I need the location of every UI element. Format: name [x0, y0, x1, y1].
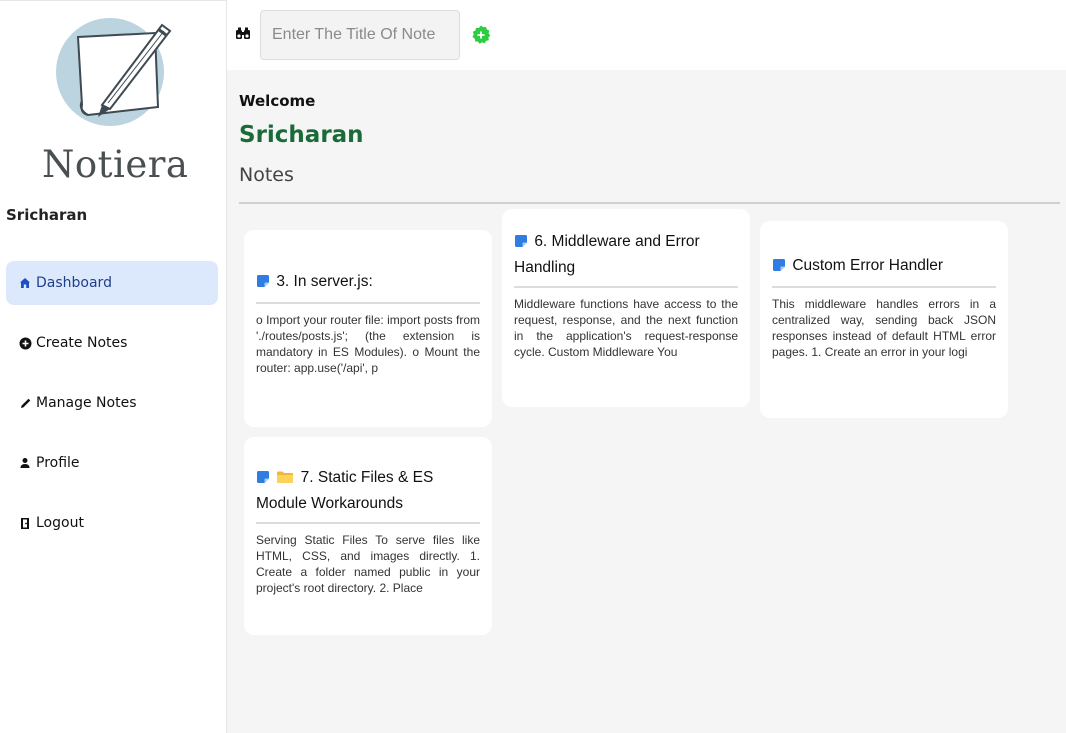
sidebar-item-label: Create Notes: [36, 335, 128, 351]
sidebar-item-manage-notes[interactable]: Manage Notes: [6, 381, 218, 425]
main-content: Welcome Sricharan Notes 3. In server.js:…: [227, 70, 1066, 733]
sidebar-username: Sricharan: [6, 206, 88, 224]
sidebar-item-create-notes[interactable]: Create Notes: [6, 321, 218, 365]
note-icon: [772, 256, 786, 280]
binoculars-icon[interactable]: [235, 26, 251, 46]
sidebar-item-dashboard[interactable]: Dashboard: [6, 261, 218, 305]
note-card[interactable]: 3. In server.js: o Import your router fi…: [244, 230, 492, 427]
sidebar-item-profile[interactable]: Profile: [6, 441, 218, 485]
folder-icon: [276, 468, 294, 492]
note-title-search-input[interactable]: [260, 10, 460, 60]
note-title-text: Custom Error Handler: [792, 257, 944, 274]
note-card[interactable]: 7. Static Files & ES Module Workarounds …: [244, 437, 492, 635]
add-note-button[interactable]: [471, 25, 491, 45]
plus-circle-icon: [18, 336, 32, 350]
add-circle-icon: [472, 25, 491, 44]
note-card-title: 6. Middleware and Error Handling: [514, 230, 738, 288]
note-icon: [514, 232, 528, 256]
sidebar-item-label: Manage Notes: [36, 395, 137, 411]
logo-text: Notiera: [42, 143, 189, 186]
note-card-body: Serving Static Files To serve files like…: [256, 533, 480, 595]
pencil-icon: [18, 396, 32, 410]
note-icon: [256, 468, 270, 492]
note-card-body: This middleware handles errors in a cent…: [772, 297, 996, 359]
note-card[interactable]: Custom Error Handler This middleware han…: [760, 221, 1008, 418]
note-card-title: 3. In server.js:: [256, 270, 480, 304]
note-card-body: Middleware functions have access to the …: [514, 297, 738, 359]
sidebar-item-label: Dashboard: [36, 275, 112, 291]
welcome-username: Sricharan: [239, 122, 364, 148]
note-card-title: 7. Static Files & ES Module Workarounds: [256, 466, 480, 524]
note-title-text: 6. Middleware and Error Handling: [514, 233, 700, 276]
note-icon: [256, 272, 270, 296]
logout-icon: [18, 516, 32, 530]
sidebar: Notiera Sricharan Dashboard Create Notes…: [0, 0, 227, 733]
logo-icon: [56, 18, 172, 126]
notes-section-title: Notes: [239, 164, 294, 186]
sidebar-item-label: Profile: [36, 455, 80, 471]
note-title-text: 3. In server.js:: [276, 273, 373, 290]
welcome-label: Welcome: [239, 92, 316, 110]
note-card-body: o Import your router file: import posts …: [256, 313, 480, 375]
note-card-title: Custom Error Handler: [772, 254, 996, 288]
section-divider: [239, 202, 1060, 204]
home-icon: [18, 276, 32, 290]
user-icon: [18, 456, 32, 470]
sidebar-item-label: Logout: [36, 515, 84, 531]
sidebar-item-logout[interactable]: Logout: [6, 501, 218, 545]
app-logo: Notiera: [40, 17, 190, 186]
top-bar: [227, 0, 1066, 70]
note-card[interactable]: 6. Middleware and Error Handling Middlew…: [502, 209, 750, 407]
